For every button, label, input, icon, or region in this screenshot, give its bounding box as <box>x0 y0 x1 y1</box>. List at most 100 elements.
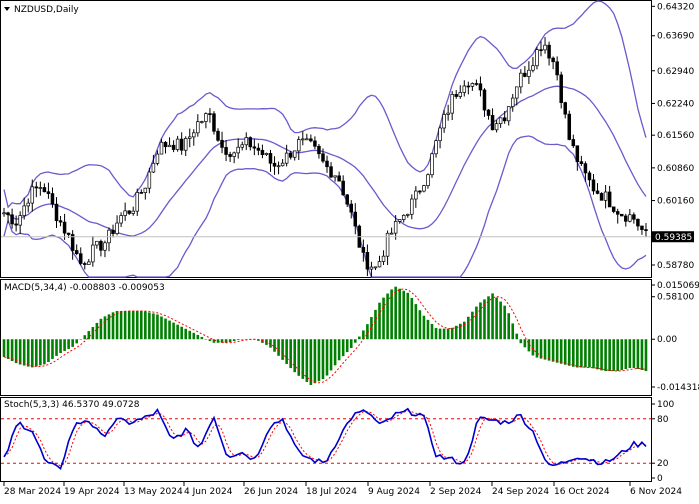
candle <box>454 90 458 99</box>
candle <box>474 79 479 86</box>
time-axis-tick: 4 Jun 2024 <box>184 487 233 497</box>
macd-bar <box>341 339 345 357</box>
candle <box>232 151 236 164</box>
candle <box>555 56 559 81</box>
macd-bar <box>30 339 34 368</box>
candle <box>192 129 196 146</box>
candle <box>123 202 127 221</box>
macd-bar <box>378 302 381 340</box>
macd-bar <box>156 314 159 340</box>
macd-bar <box>612 339 615 372</box>
candle <box>559 71 563 109</box>
macd-bar <box>515 333 519 340</box>
candle <box>389 227 394 235</box>
macd-bar <box>519 339 523 344</box>
candle <box>466 81 471 95</box>
macd-bar <box>79 339 83 340</box>
candle <box>603 185 608 209</box>
bollinger-bands <box>3 0 647 278</box>
macd-bar <box>616 339 620 372</box>
macd-bar <box>240 339 244 340</box>
candle <box>119 212 123 227</box>
macd-bar <box>281 339 284 360</box>
candle <box>260 144 265 159</box>
candle <box>365 244 370 277</box>
candle <box>292 150 297 161</box>
time-axis-tick: 9 Aug 2024 <box>368 487 420 497</box>
macd-bar <box>285 339 288 364</box>
macd-bar <box>75 339 78 344</box>
macd-bar <box>636 339 640 369</box>
candle <box>341 175 345 196</box>
candle <box>228 151 232 162</box>
candle <box>547 41 551 66</box>
stoch-label: Stoch(5,3,3) 46.5370 49.0728 <box>4 400 140 410</box>
price-axis-tick: 0.58780 <box>657 261 694 271</box>
candle <box>510 93 515 112</box>
macd-bar <box>333 339 337 366</box>
candle <box>333 175 337 182</box>
candle <box>636 218 640 231</box>
macd-bar <box>43 339 46 365</box>
candle <box>587 170 592 187</box>
macd-bar <box>382 297 385 340</box>
candle <box>187 128 192 148</box>
main-price-panel[interactable] <box>0 0 652 278</box>
macd-bar <box>99 318 103 340</box>
trading-chart-window[interactable]: NZDUSD,Daily 0.64320 0.63690 0.62940 0.6224… <box>0 0 699 500</box>
macd-bar <box>442 328 446 340</box>
macd-bar <box>398 288 401 340</box>
candle <box>216 128 220 142</box>
macd-histogram <box>2 286 648 386</box>
time-axis-tick: 26 Jun 2024 <box>244 487 298 497</box>
macd-bar <box>394 286 397 340</box>
candle <box>377 255 382 268</box>
macd-bar <box>604 339 607 372</box>
candle <box>357 224 362 248</box>
candle <box>83 261 87 270</box>
candle <box>599 192 604 201</box>
candle <box>204 112 208 129</box>
macd-bar <box>325 339 329 376</box>
candle <box>212 111 216 135</box>
candle <box>620 213 624 217</box>
macd-bar <box>131 310 135 340</box>
macd-bar <box>309 339 313 386</box>
candle <box>256 143 261 156</box>
triangle-down-icon[interactable] <box>4 7 10 11</box>
macd-bar <box>374 309 377 340</box>
bollinger-lower <box>3 135 647 278</box>
candle <box>506 106 511 126</box>
bollinger-upper <box>3 0 647 209</box>
candle <box>196 114 200 137</box>
stoch-panel[interactable] <box>0 397 652 482</box>
macd-axis-tick: 0.00 <box>657 335 677 345</box>
macd-bar <box>503 305 506 340</box>
candle <box>99 239 103 257</box>
candle <box>490 108 495 131</box>
chart-canvas[interactable]: NZDUSD,Daily 0.64320 0.63690 0.62940 0.6224… <box>0 0 699 500</box>
macd-bar <box>188 330 192 340</box>
candlestick-series <box>2 37 648 277</box>
macd-bar <box>337 339 341 361</box>
candle <box>115 215 119 236</box>
candle <box>591 173 596 195</box>
macd-bar <box>261 339 264 343</box>
time-axis-tick: 2 Sep 2024 <box>430 487 482 497</box>
candle <box>486 109 491 120</box>
macd-bar <box>305 339 309 382</box>
macd-bar <box>200 336 204 340</box>
candle <box>135 188 140 216</box>
macd-bar <box>2 339 6 357</box>
candle <box>46 182 51 199</box>
candle <box>95 240 99 249</box>
candle <box>628 209 632 223</box>
macd-bar <box>644 339 648 372</box>
candle <box>252 139 257 156</box>
macd-bar <box>26 339 30 367</box>
candle <box>301 131 305 146</box>
candle <box>373 266 378 270</box>
candle <box>220 131 224 154</box>
macd-bar <box>406 292 410 340</box>
price-axis-tick: 0.64320 <box>657 2 694 12</box>
